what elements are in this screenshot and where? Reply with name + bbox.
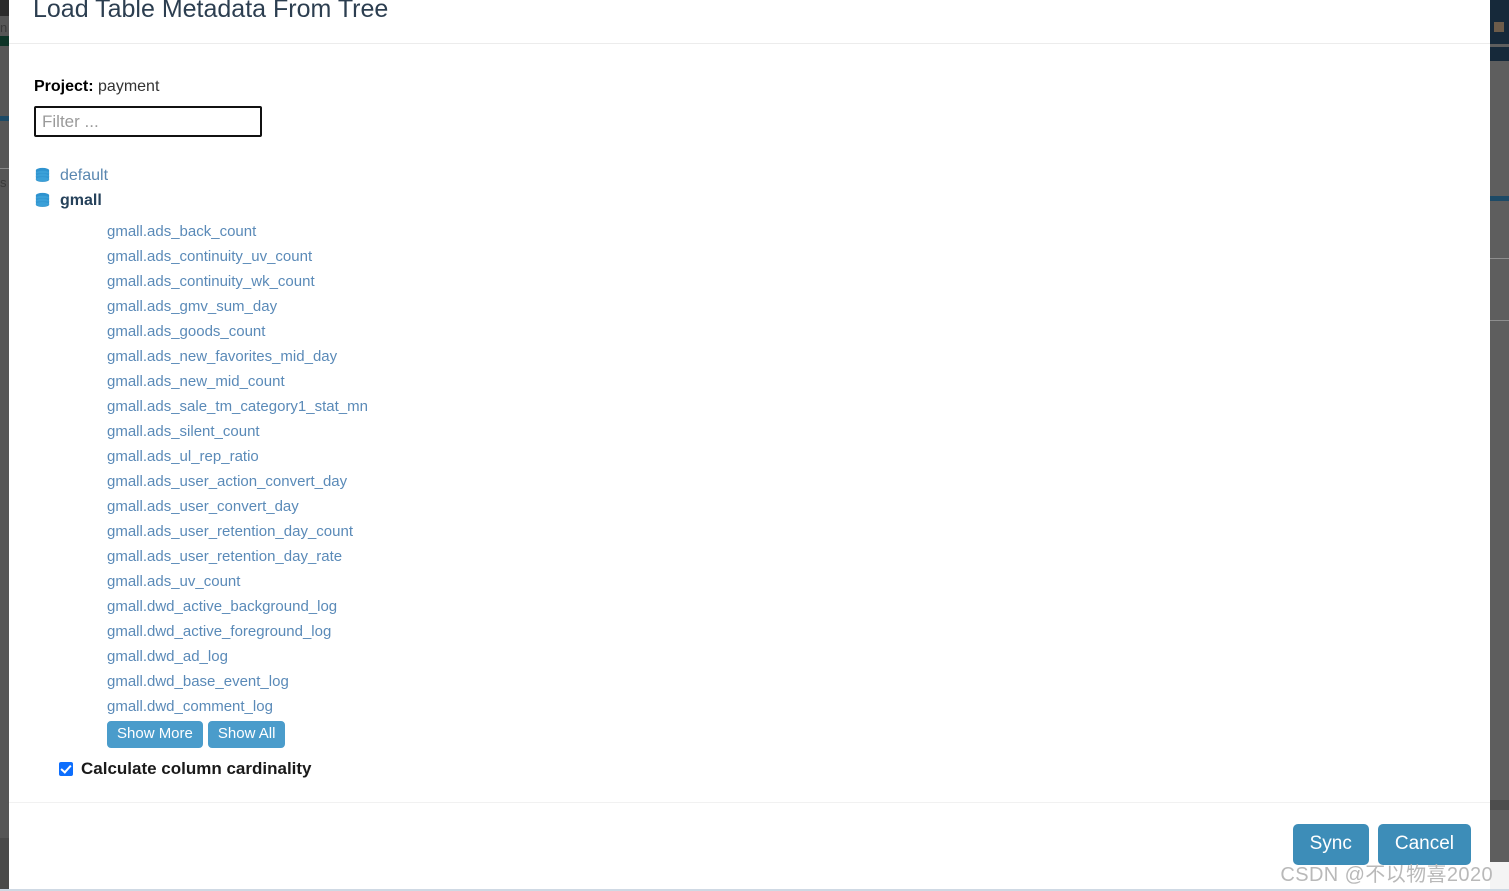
table-list-item[interactable]: gmall.ads_goods_count: [34, 319, 1465, 344]
project-label: Project:: [34, 78, 94, 95]
table-list-item[interactable]: gmall.ads_user_retention_day_count: [34, 519, 1465, 544]
tree-node-gmall[interactable]: gmall: [34, 188, 102, 213]
table-list-item[interactable]: gmall.dwd_base_event_log: [34, 669, 1465, 694]
show-all-button[interactable]: Show All: [207, 721, 286, 748]
tree-node-label: gmall: [60, 191, 102, 209]
backdrop-right-light-block: [1490, 862, 1509, 891]
table-list-item[interactable]: gmall.ads_gmv_sum_day: [34, 294, 1465, 319]
load-table-metadata-dialog: Load Table Metadata From Tree Project: p…: [9, 0, 1490, 882]
table-list-item[interactable]: gmall.ads_user_retention_day_rate: [34, 544, 1465, 569]
table-list-item[interactable]: gmall.dwd_active_background_log: [34, 594, 1465, 619]
filter-input[interactable]: [34, 106, 262, 137]
show-buttons-group: Show More Show All: [34, 721, 1465, 748]
calculate-cardinality-checkbox[interactable]: [59, 762, 73, 776]
backdrop-right-dark-block: [1490, 800, 1509, 810]
backdrop-left-bottom-block: [0, 838, 9, 891]
table-list-item[interactable]: gmall.ads_silent_count: [34, 419, 1465, 444]
table-list-item[interactable]: gmall.ads_continuity_wk_count: [34, 269, 1465, 294]
table-list-item[interactable]: gmall.ads_uv_count: [34, 569, 1465, 594]
backdrop-right-divider-1: [1490, 258, 1509, 259]
table-list-item[interactable]: gmall.dwd_active_foreground_log: [34, 619, 1465, 644]
backdrop-left-separator: [0, 168, 9, 169]
backdrop-left-glyph-1: n: [0, 20, 8, 35]
sync-button[interactable]: Sync: [1292, 824, 1369, 865]
calculate-cardinality-label: Calculate column cardinality: [81, 759, 312, 778]
show-more-button[interactable]: Show More: [107, 721, 203, 748]
database-tree: default gmall gmall.ads_back_count gmall…: [34, 163, 1465, 748]
backdrop-left-blue-block: [0, 116, 9, 121]
backdrop-left-glyph-2: s: [0, 175, 7, 190]
database-icon: [34, 167, 51, 184]
backdrop-right-divider-2: [1490, 320, 1509, 321]
backdrop-right-navy-block-2: [1490, 47, 1509, 61]
cancel-button[interactable]: Cancel: [1377, 824, 1471, 865]
backdrop-right-tan-block: [1494, 22, 1504, 32]
table-list: gmall.ads_back_count gmall.ads_continuit…: [34, 219, 1465, 719]
backdrop-left-dark-block: [0, 0, 9, 16]
database-icon: [34, 192, 51, 209]
backdrop-right-blue-line: [1490, 196, 1509, 201]
table-list-item[interactable]: gmall.ads_new_mid_count: [34, 369, 1465, 394]
project-value: payment: [98, 78, 160, 95]
backdrop-right-scrollbar[interactable]: [1490, 0, 1509, 891]
dialog-footer: Sync Cancel: [9, 802, 1490, 882]
tree-node-label: default: [60, 166, 109, 184]
table-list-item[interactable]: gmall.dwd_comment_log: [34, 694, 1465, 719]
backdrop-left-sidebar: [0, 0, 9, 891]
calculate-cardinality-row[interactable]: Calculate column cardinality: [9, 759, 1465, 779]
table-list-item[interactable]: gmall.dwd_ad_log: [34, 644, 1465, 669]
table-list-item[interactable]: gmall.ads_continuity_uv_count: [34, 244, 1465, 269]
table-list-item[interactable]: gmall.ads_user_action_convert_day: [34, 469, 1465, 494]
table-list-item[interactable]: gmall.ads_sale_tm_category1_stat_mn: [34, 394, 1465, 419]
dialog-body: Project: payment Filter ... default gmal…: [9, 44, 1490, 779]
table-list-item[interactable]: gmall.ads_new_favorites_mid_day: [34, 344, 1465, 369]
backdrop-left-green-block: [0, 36, 9, 46]
dialog-header: Load Table Metadata From Tree: [9, 0, 1490, 44]
table-list-item[interactable]: gmall.ads_ul_rep_ratio: [34, 444, 1465, 469]
tree-node-default[interactable]: default: [34, 163, 108, 188]
project-line: Project: payment: [34, 77, 1465, 97]
dialog-title: Load Table Metadata From Tree: [33, 0, 389, 23]
table-list-item[interactable]: gmall.ads_user_convert_day: [34, 494, 1465, 519]
table-list-item[interactable]: gmall.ads_back_count: [34, 219, 1465, 244]
